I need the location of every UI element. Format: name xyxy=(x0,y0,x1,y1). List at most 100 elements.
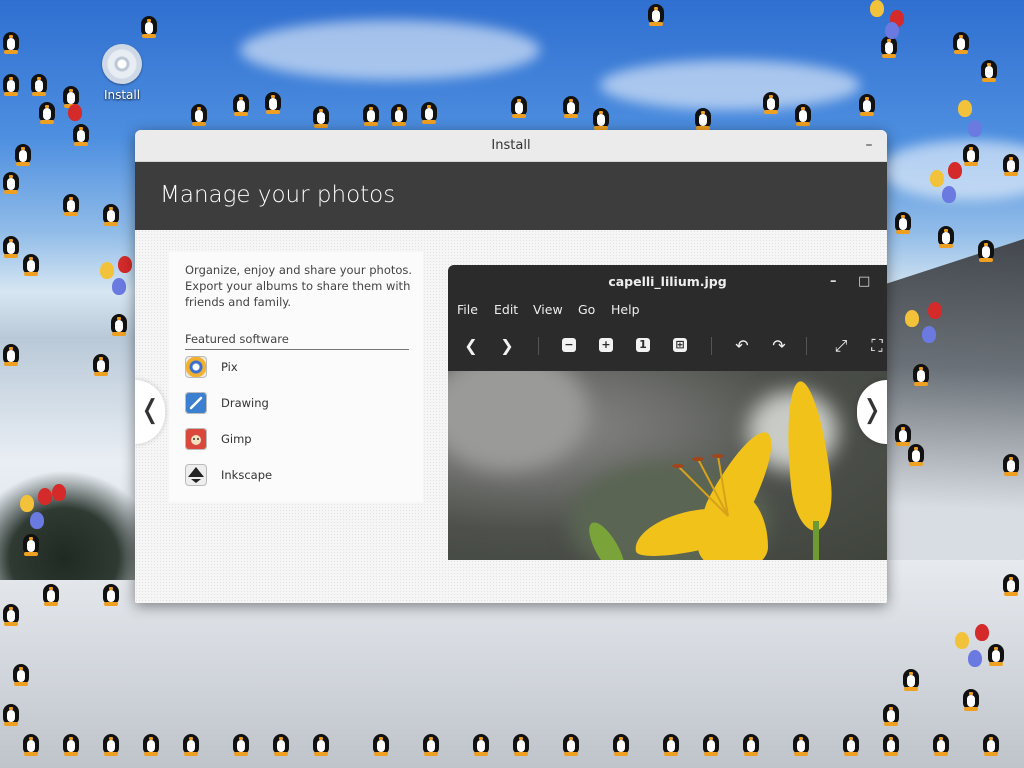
slide-banner: Manage your photos xyxy=(135,162,887,230)
gimp-icon xyxy=(185,428,207,450)
penguin-sprite xyxy=(880,730,902,756)
balloon-sprite xyxy=(922,326,936,343)
penguin-sprite xyxy=(100,730,122,756)
mountain xyxy=(880,214,1024,606)
menu-edit: Edit xyxy=(494,302,519,317)
penguin-sprite xyxy=(560,730,582,756)
penguin-sprite xyxy=(20,250,42,276)
menu-view: View xyxy=(533,302,563,317)
penguin-sprite xyxy=(790,730,812,756)
image-viewer-preview: capelli_lilium.jpg – □ File Edit View Go… xyxy=(448,265,887,560)
toolbar-separator xyxy=(538,337,539,355)
fullscreen-icon: ⤢ xyxy=(834,336,848,355)
penguin-sprite xyxy=(36,98,58,124)
balloon-sprite xyxy=(928,302,942,319)
penguin-sprite xyxy=(645,0,667,26)
penguin-sprite xyxy=(856,90,878,116)
balloon-sprite xyxy=(100,262,114,279)
penguin-sprite xyxy=(700,730,722,756)
penguin-sprite xyxy=(40,580,62,606)
zoom-out-icon: − xyxy=(562,338,576,352)
viewer-maximize-icon: □ xyxy=(858,274,871,289)
penguin-sprite xyxy=(270,730,292,756)
zoom-fit-icon: ⊞ xyxy=(673,338,687,352)
app-label: Gimp xyxy=(221,432,252,446)
penguin-sprite xyxy=(388,100,410,126)
penguin-sprite xyxy=(310,730,332,756)
balloon-sprite xyxy=(905,310,919,327)
penguin-sprite xyxy=(70,120,92,146)
penguin-sprite xyxy=(975,236,997,262)
balloon-sprite xyxy=(52,484,66,501)
penguin-sprite xyxy=(950,28,972,54)
slide-description: Organize, enjoy and share your photos. E… xyxy=(185,263,413,309)
balloon-sprite xyxy=(68,104,82,121)
rotate-left-icon: ↶ xyxy=(735,336,749,355)
penguin-sprite xyxy=(370,730,392,756)
balloon-sprite xyxy=(968,120,982,137)
back-icon: ❮ xyxy=(464,336,478,355)
window-title: Install xyxy=(491,138,531,153)
penguin-sprite xyxy=(905,440,927,466)
app-label: Drawing xyxy=(221,396,269,410)
penguin-sprite xyxy=(108,310,130,336)
penguin-sprite xyxy=(28,70,50,96)
penguin-sprite xyxy=(262,88,284,114)
app-item-pix: Pix xyxy=(185,356,405,380)
lily-stamens xyxy=(672,454,729,517)
penguin-sprite xyxy=(12,140,34,166)
penguin-sprite xyxy=(100,580,122,606)
penguin-sprite xyxy=(660,730,682,756)
penguin-sprite xyxy=(20,530,42,556)
balloon-sprite xyxy=(870,0,884,17)
desktop-install-icon[interactable]: Install xyxy=(98,44,146,102)
viewer-titlebar: capelli_lilium.jpg – □ xyxy=(448,265,887,299)
viewer-filename: capelli_lilium.jpg xyxy=(608,274,727,289)
app-item-inkscape: Inkscape xyxy=(185,464,405,488)
penguin-sprite xyxy=(510,730,532,756)
minimize-button[interactable]: – xyxy=(861,130,877,161)
pix-icon xyxy=(185,356,207,378)
balloon-sprite xyxy=(930,170,944,187)
penguin-sprite xyxy=(980,730,1002,756)
penguin-sprite xyxy=(960,685,982,711)
penguin-sprite xyxy=(230,90,252,116)
slideshow-icon: ⛶ xyxy=(871,336,883,355)
balloon-sprite xyxy=(975,624,989,641)
penguin-sprite xyxy=(508,92,530,118)
penguin-sprite xyxy=(138,12,160,38)
viewer-minimize-icon: – xyxy=(830,274,837,289)
rotate-right-icon: ↷ xyxy=(772,336,786,355)
zoom-in-icon: + xyxy=(599,338,613,352)
zoom-one-icon: 1 xyxy=(636,338,650,352)
penguin-sprite xyxy=(610,730,632,756)
penguin-sprite xyxy=(470,730,492,756)
balloon-sprite xyxy=(112,278,126,295)
penguin-sprite xyxy=(792,100,814,126)
penguin-sprite xyxy=(418,98,440,124)
penguin-sprite xyxy=(930,730,952,756)
penguin-sprite xyxy=(935,222,957,248)
forward-icon: ❯ xyxy=(500,336,514,355)
penguin-sprite xyxy=(10,660,32,686)
penguin-sprite xyxy=(960,140,982,166)
app-label: Inkscape xyxy=(221,468,273,482)
penguin-sprite xyxy=(560,92,582,118)
photo-blur xyxy=(448,371,588,471)
balloon-sprite xyxy=(968,650,982,667)
penguin-sprite xyxy=(880,700,902,726)
penguin-sprite xyxy=(60,190,82,216)
app-label: Pix xyxy=(221,360,238,374)
penguin-sprite xyxy=(1000,450,1022,476)
penguin-sprite xyxy=(230,730,252,756)
previous-slide-button[interactable]: ❬ xyxy=(135,380,165,444)
penguin-sprite xyxy=(420,730,442,756)
balloon-sprite xyxy=(118,256,132,273)
penguin-sprite xyxy=(760,88,782,114)
penguin-sprite xyxy=(360,100,382,126)
balloon-sprite xyxy=(20,495,34,512)
install-window: Install – Manage your photos Organize, e… xyxy=(135,130,887,603)
window-titlebar[interactable]: Install – xyxy=(135,130,887,162)
penguin-sprite xyxy=(180,730,202,756)
balloon-sprite xyxy=(942,186,956,203)
